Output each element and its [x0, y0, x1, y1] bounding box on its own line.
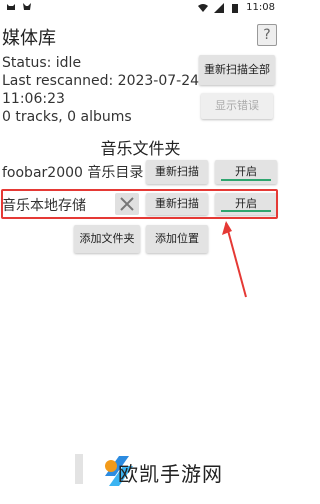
last-rescanned-time: 11:06:23 — [2, 91, 65, 107]
add-location-button[interactable]: 添加位置 — [146, 225, 208, 253]
add-folder-button[interactable]: 添加文件夹 — [74, 225, 140, 253]
rescan-folder-button[interactable]: 重新扫描 — [146, 160, 208, 184]
battery-icon — [230, 3, 240, 13]
watermark-text: 欧凯手游网 — [118, 462, 223, 486]
music-folders-title: 音乐文件夹 — [100, 139, 181, 158]
library-counts: 0 tracks, 0 albums — [2, 109, 132, 125]
enable-folder-toggle[interactable]: 开启 — [215, 160, 277, 184]
cat-icon — [6, 2, 16, 12]
wifi-icon — [198, 3, 209, 13]
status-time: 11:08 — [246, 2, 275, 13]
status-text: Status: idle — [2, 55, 82, 71]
show-errors-button[interactable]: 显示错误 — [201, 93, 273, 119]
rescan-all-button[interactable]: 重新扫描全部 — [199, 55, 275, 85]
fox-icon — [22, 2, 32, 12]
signal-icon — [214, 2, 225, 13]
last-rescanned-text: Last rescanned: 2023-07-24 — [2, 73, 200, 89]
page-title: 媒体库 — [2, 28, 56, 49]
annotation-arrow — [222, 221, 247, 298]
folder-label: foobar2000 音乐目录 — [2, 165, 144, 181]
help-button[interactable]: ? — [257, 24, 277, 46]
status-bar: 11:08 — [0, 0, 281, 17]
